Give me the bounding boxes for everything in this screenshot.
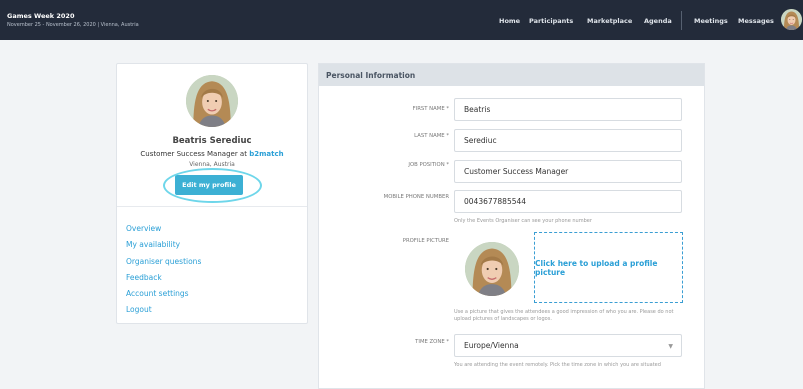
- time-zone-label: TIME ZONE *: [415, 339, 449, 345]
- profile-company-link[interactable]: b2match: [249, 150, 283, 158]
- profile-name: Beatris Serediuc: [172, 136, 252, 146]
- nav-home[interactable]: Home: [499, 17, 520, 25]
- section-header: Personal Information: [319, 64, 704, 86]
- menu-organiser-questions[interactable]: Organiser questions: [126, 254, 201, 270]
- profile-picture-preview: [465, 242, 519, 296]
- profile-role-text: Customer Success Manager at: [140, 150, 247, 158]
- nav-agenda[interactable]: Agenda: [644, 17, 672, 25]
- upload-picture-text: Click here to upload a profile picture: [535, 258, 658, 277]
- top-navbar: Games Week 2020 November 25 - November 2…: [0, 0, 803, 40]
- user-avatar[interactable]: [781, 9, 802, 30]
- time-zone-help: You are attending the event remotely. Pi…: [454, 362, 661, 368]
- menu-feedback[interactable]: Feedback: [126, 270, 201, 286]
- personal-information-card: Personal Information FIRST NAME * Beatri…: [318, 63, 705, 389]
- profile-role: Customer Success Manager at b2match: [117, 150, 307, 158]
- highlight-oval: [163, 168, 262, 203]
- nav-marketplace[interactable]: Marketplace: [587, 17, 632, 25]
- mobile-phone-label: MOBILE PHONE NUMBER: [383, 194, 449, 200]
- section-title: Personal Information: [326, 71, 416, 80]
- job-position-label: JOB POSITION *: [408, 162, 449, 168]
- event-title[interactable]: Games Week 2020: [7, 12, 74, 20]
- menu-account-settings[interactable]: Account settings: [126, 286, 201, 302]
- first-name-label: FIRST NAME *: [412, 106, 449, 112]
- last-name-field[interactable]: Serediuc: [454, 129, 682, 152]
- event-subtitle: November 25 - November 26, 2020 | Vienna…: [7, 22, 139, 28]
- nav-participants[interactable]: Participants: [529, 17, 573, 25]
- last-name-label: LAST NAME *: [414, 133, 449, 139]
- profile-summary: Beatris Serediuc Customer Success Manage…: [117, 64, 307, 206]
- menu-logout[interactable]: Logout: [126, 302, 201, 318]
- chevron-down-icon: ▼: [668, 343, 673, 350]
- menu-overview[interactable]: Overview: [126, 221, 201, 237]
- job-position-field[interactable]: Customer Success Manager: [454, 160, 682, 183]
- time-zone-select[interactable]: Europe/Vienna ▼: [454, 334, 682, 357]
- menu-my-availability[interactable]: My availability: [126, 237, 201, 253]
- upload-picture-dropzone[interactable]: Click here to upload a profile picture: [534, 232, 683, 303]
- nav-divider: [681, 11, 682, 30]
- profile-picture-help: Use a picture that gives the attendees a…: [454, 309, 674, 322]
- nav-messages[interactable]: Messages: [738, 17, 774, 25]
- mobile-phone-field[interactable]: 0043677885544: [454, 190, 682, 213]
- card-divider: [117, 206, 307, 207]
- profile-card: Beatris Serediuc Customer Success Manage…: [116, 63, 308, 324]
- nav-meetings[interactable]: Meetings: [694, 17, 728, 25]
- mobile-phone-help: Only the Events Organiser can see your p…: [454, 218, 592, 224]
- profile-location: Vienna, Austria: [189, 161, 235, 168]
- profile-avatar: [186, 75, 238, 127]
- profile-picture-label: PROFILE PICTURE: [402, 238, 449, 244]
- profile-menu: Overview My availability Organiser quest…: [126, 221, 201, 319]
- first-name-field[interactable]: Beatris: [454, 98, 682, 121]
- time-zone-value: Europe/Vienna: [464, 341, 519, 350]
